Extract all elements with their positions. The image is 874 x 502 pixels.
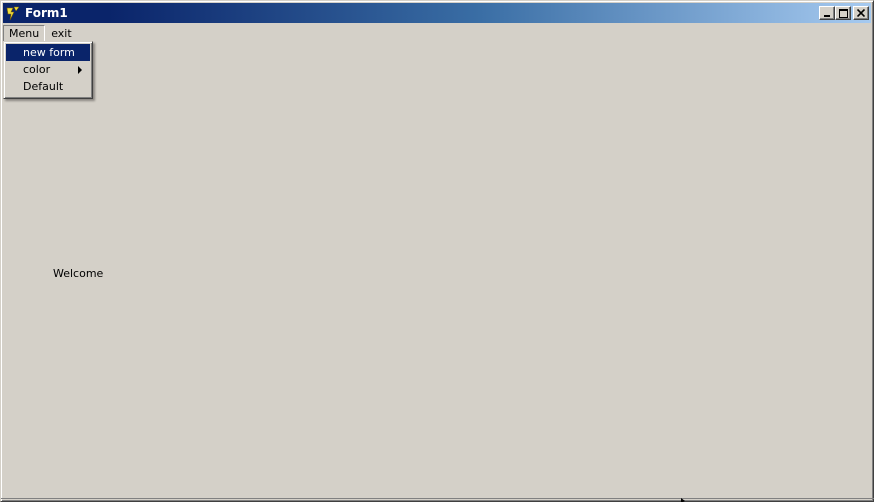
- mouse-cursor-icon: [681, 498, 685, 502]
- window-controls: [819, 6, 869, 20]
- menu-bar: Menu exit: [3, 24, 871, 43]
- menu-item-default[interactable]: Default: [6, 78, 90, 95]
- menu-dropdown: new form color Default: [3, 41, 93, 99]
- title-bar[interactable]: Form1: [3, 3, 871, 23]
- close-button[interactable]: [853, 6, 869, 20]
- main-window: Form1 Menu exit Welcome: [0, 0, 874, 502]
- maximize-icon: [838, 8, 848, 18]
- menu-item-new-form[interactable]: new form: [6, 44, 90, 61]
- window-title: Form1: [25, 6, 68, 20]
- close-icon: [857, 9, 865, 17]
- menu-item-label: new form: [23, 46, 75, 59]
- menubar-item-exit[interactable]: exit: [45, 25, 77, 43]
- minimize-icon: [824, 15, 830, 17]
- menu-item-color[interactable]: color: [6, 61, 90, 78]
- tcl-tk-feather-icon[interactable]: [4, 4, 22, 22]
- window-bottom-edge: [1, 498, 874, 499]
- minimize-button[interactable]: [819, 6, 835, 20]
- menu-item-label: Default: [23, 80, 64, 93]
- submenu-arrow-icon: [78, 66, 82, 74]
- menu-item-label: color: [23, 63, 51, 76]
- maximize-button[interactable]: [835, 6, 851, 20]
- menubar-item-menu[interactable]: Menu: [3, 24, 46, 43]
- welcome-label: Welcome: [53, 267, 104, 280]
